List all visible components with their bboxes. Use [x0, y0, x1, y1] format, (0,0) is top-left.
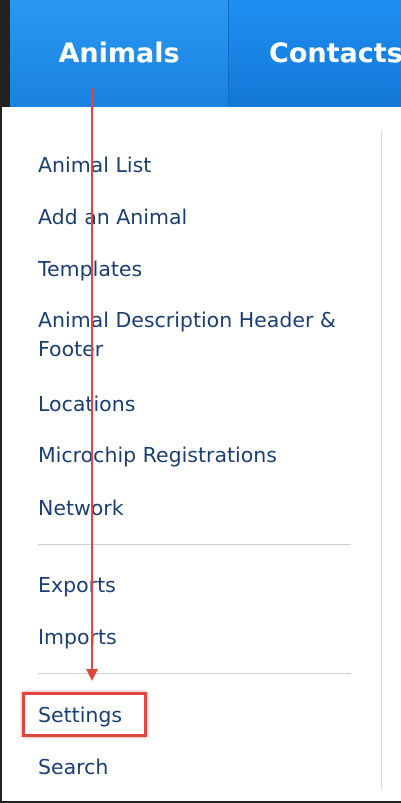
- menu-item-animal-list[interactable]: Animal List: [38, 150, 151, 180]
- content-divider: [381, 130, 382, 790]
- tab-animals[interactable]: Animals: [10, 0, 229, 107]
- top-navigation: Animals Contacts: [2, 0, 401, 107]
- annotation-arrow: [91, 88, 93, 673]
- menu-item-microchip-registrations[interactable]: Microchip Registrations: [38, 440, 277, 470]
- annotation-arrow-head: [86, 669, 98, 681]
- menu-item-add-an-animal[interactable]: Add an Animal: [38, 202, 187, 232]
- menu-item-exports[interactable]: Exports: [38, 570, 116, 600]
- menu-divider: [38, 544, 351, 545]
- tab-contacts[interactable]: Contacts: [229, 0, 401, 107]
- menu-item-network[interactable]: Network: [38, 493, 124, 523]
- menu-item-settings[interactable]: Settings: [38, 700, 122, 730]
- app-frame: Animals Contacts Animal List Add an Anim…: [0, 0, 401, 803]
- menu-item-locations[interactable]: Locations: [38, 389, 135, 419]
- menu-item-imports[interactable]: Imports: [38, 622, 117, 652]
- menu-item-animal-description-header-footer[interactable]: Animal Description Header & Footer: [38, 306, 358, 364]
- menu-item-search[interactable]: Search: [38, 752, 108, 782]
- menu-divider: [38, 673, 351, 674]
